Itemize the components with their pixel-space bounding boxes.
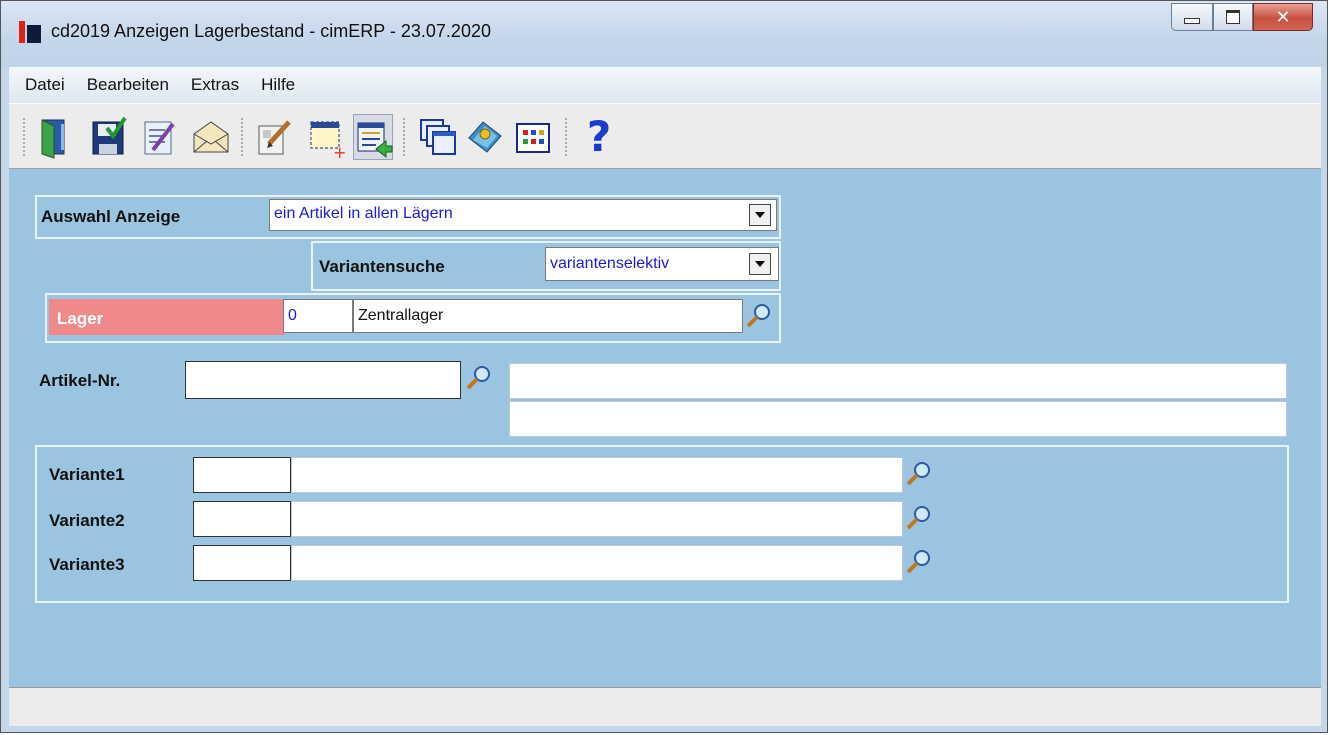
maximize-button[interactable]: [1213, 3, 1253, 31]
variante2-search-icon[interactable]: [905, 503, 933, 531]
book-icon[interactable]: [465, 114, 505, 160]
minimize-icon: [1184, 18, 1200, 24]
toolbar: + ?: [9, 103, 1321, 169]
toolbar-separator: [565, 118, 570, 156]
auswahl-select[interactable]: ein Artikel in allen Lägern: [269, 199, 777, 231]
variante1-label: Variante1: [49, 465, 125, 484]
mail-envelope-icon[interactable]: [191, 114, 231, 160]
variante3-description: [291, 545, 903, 581]
variante3-code-input[interactable]: [193, 545, 291, 581]
variantensuche-select[interactable]: variantenselektiv: [545, 247, 779, 281]
window-title: cd2019 Anzeigen Lagerbestand - cimERP - …: [51, 21, 491, 41]
help-glyph: ?: [586, 112, 612, 161]
variante3-search-icon[interactable]: [905, 547, 933, 575]
auswahl-dropdown-button[interactable]: [749, 204, 771, 226]
menu-bearbeiten[interactable]: Bearbeiten: [81, 75, 175, 95]
artikel-search-icon[interactable]: [465, 363, 493, 391]
variante2-code-input[interactable]: [193, 501, 291, 537]
variante3-label: Variante3: [49, 555, 125, 574]
menu-extras[interactable]: Extras: [185, 75, 245, 95]
variante1-code-input[interactable]: [193, 457, 291, 493]
exit-door-icon[interactable]: [37, 114, 77, 160]
app-logo-icon: [19, 21, 41, 43]
lager-code-input[interactable]: 0: [283, 299, 353, 333]
toolbar-separator: [241, 118, 246, 156]
list-transfer-icon[interactable]: [353, 114, 393, 160]
auswahl-label: Auswahl Anzeige: [41, 207, 181, 226]
windows-stack-icon[interactable]: [417, 114, 457, 160]
lager-label: Lager: [57, 309, 104, 328]
close-button[interactable]: ✕: [1253, 3, 1313, 31]
svg-text:+: +: [333, 143, 346, 160]
artikel-input[interactable]: [185, 361, 461, 399]
chevron-down-icon: [755, 212, 765, 218]
app-window: cd2019 Anzeigen Lagerbestand - cimERP - …: [0, 0, 1328, 733]
toolbar-grip[interactable]: [23, 118, 28, 156]
lager-search-icon[interactable]: [745, 301, 773, 329]
new-record-icon[interactable]: +: [307, 114, 347, 162]
edit-pen-icon[interactable]: [255, 114, 295, 160]
save-icon[interactable]: [89, 114, 129, 160]
form-area: Auswahl Anzeige ein Artikel in allen Läg…: [9, 169, 1321, 687]
close-icon: ✕: [1275, 6, 1291, 28]
menu-bar: Datei Bearbeiten Extras Hilfe: [9, 67, 1321, 103]
artikel-description-1: [509, 363, 1287, 399]
help-icon[interactable]: ?: [579, 114, 619, 160]
title-bar[interactable]: cd2019 Anzeigen Lagerbestand - cimERP - …: [1, 1, 1327, 67]
menu-datei[interactable]: Datei: [19, 75, 71, 95]
grid-table-icon[interactable]: [513, 114, 553, 160]
lager-name-field: Zentrallager: [353, 299, 743, 333]
chevron-down-icon: [755, 261, 765, 267]
variante1-search-icon[interactable]: [905, 459, 933, 487]
minimize-button[interactable]: [1171, 3, 1213, 31]
maximize-icon: [1226, 10, 1240, 24]
toolbar-separator: [403, 118, 408, 156]
variante2-description: [291, 501, 903, 537]
status-bar: [9, 687, 1321, 726]
variantensuche-dropdown-button[interactable]: [749, 253, 771, 275]
artikel-description-2: [509, 401, 1287, 437]
variante1-description: [291, 457, 903, 493]
checklist-edit-icon[interactable]: [139, 114, 179, 160]
variante2-label: Variante2: [49, 511, 125, 530]
artikel-label: Artikel-Nr.: [39, 371, 121, 390]
variantensuche-label: Variantensuche: [319, 257, 445, 276]
menu-hilfe[interactable]: Hilfe: [255, 75, 301, 95]
